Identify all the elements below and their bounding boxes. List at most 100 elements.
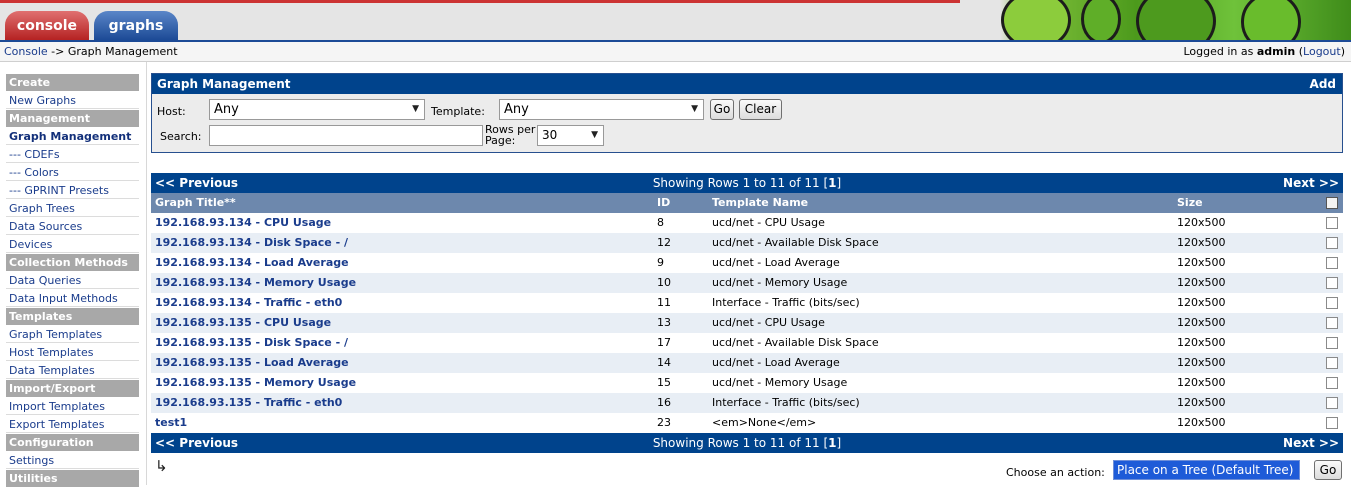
login-prefix: Logged in as [1183,45,1257,58]
table-row: 192.168.93.135 - Memory Usage 15 ucd/net -… [151,373,1343,393]
select-all-checkbox[interactable] [1326,197,1338,209]
graph-title-link[interactable]: 192.168.93.135 - Load Average [155,353,349,373]
row-checkbox[interactable] [1326,237,1338,249]
graph-size: 120x500 [1177,276,1226,289]
host-label: Host: [157,105,186,118]
graph-size: 120x500 [1177,336,1226,349]
next-page-link[interactable]: Next >> [1283,433,1339,453]
sidebar-item-graph-trees[interactable]: Graph Trees [6,200,139,217]
sidebar-section-header: Templates [6,308,139,325]
filter-panel: Graph Management Add Host: Any ▼ Templat… [151,73,1343,153]
row-checkbox[interactable] [1326,417,1338,429]
tab-graphs[interactable]: graphs [94,11,178,40]
graph-size: 120x500 [1177,416,1226,429]
table-row: 192.168.93.135 - CPU Usage 13 ucd/net - CP… [151,313,1343,333]
host-select[interactable]: Any ▼ [209,99,425,120]
graph-id: 11 [657,296,671,309]
breadcrumb-console-link[interactable]: Console [4,45,48,58]
table-row: 192.168.93.135 - Load Average 14 ucd/net -… [151,353,1343,373]
table-body: 192.168.93.134 - CPU Usage 8 ucd/net - CPU… [151,213,1343,433]
template-name: ucd/net - Load Average [712,356,840,369]
clear-button[interactable]: Clear [739,99,782,120]
header-graph-title[interactable]: Graph Title** [155,193,236,213]
row-checkbox[interactable] [1326,357,1338,369]
graph-size: 120x500 [1177,356,1226,369]
sidebar-item-settings[interactable]: Settings [6,452,139,469]
sidebar-item-cdefs[interactable]: --- CDEFs [6,146,139,163]
rows-per-page-select[interactable]: 30 ▼ [537,125,604,146]
graph-title-link[interactable]: 192.168.93.135 - Disk Space - / [155,333,348,353]
table-header-row: Graph Title** ID Template Name Size [151,193,1343,213]
graph-title-link[interactable]: 192.168.93.135 - Traffic - eth0 [155,393,342,413]
logout-link[interactable]: Logout [1303,45,1341,58]
action-select[interactable]: Place on a Tree (Default Tree) [1113,460,1300,480]
graph-size: 120x500 [1177,316,1226,329]
template-name: ucd/net - Memory Usage [712,376,848,389]
sidebar-item-gprint-presets[interactable]: --- GPRINT Presets [6,182,139,199]
graph-title-link[interactable]: 192.168.93.134 - Traffic - eth0 [155,293,342,313]
graph-title-link[interactable]: 192.168.93.134 - CPU Usage [155,213,331,233]
row-checkbox[interactable] [1326,377,1338,389]
template-name: ucd/net - Available Disk Space [712,336,879,349]
top-accent-line [0,0,960,3]
go-button[interactable]: Go [710,99,734,120]
graph-title-link[interactable]: 192.168.93.134 - Memory Usage [155,273,356,293]
previous-page-link[interactable]: << Previous [155,433,238,453]
sidebar-item-devices[interactable]: Devices [6,236,139,253]
graph-title-link[interactable]: 192.168.93.134 - Disk Space - / [155,233,348,253]
sidebar-item-data-sources[interactable]: Data Sources [6,218,139,235]
template-name: ucd/net - Memory Usage [712,276,848,289]
rows-per-page-label: Rows per Page: [485,123,536,147]
sidebar-section-header: Management [6,110,139,127]
row-checkbox[interactable] [1326,257,1338,269]
sidebar-item-data-queries[interactable]: Data Queries [6,272,139,289]
breadcrumb-separator: -> [47,45,68,58]
header-template-name[interactable]: Template Name [712,193,808,213]
sidebar-item-host-templates[interactable]: Host Templates [6,344,139,361]
search-input[interactable] [209,125,483,146]
template-select-value: Any [504,102,529,117]
graph-title-link[interactable]: 192.168.93.135 - Memory Usage [155,373,356,393]
row-checkbox[interactable] [1326,337,1338,349]
chevron-down-icon: ▼ [591,130,598,140]
host-select-value: Any [214,102,239,117]
row-checkbox[interactable] [1326,297,1338,309]
page-title: Graph Management [157,77,291,91]
sidebar-item-data-templates[interactable]: Data Templates [6,362,139,379]
template-name: ucd/net - Available Disk Space [712,236,879,249]
filter-titlebar: Graph Management Add [152,74,1342,94]
table-row: test1 23 <em>None</em> 120x500 [151,413,1343,433]
sidebar-item-new-graphs[interactable]: New Graphs [6,92,139,109]
login-user: admin [1256,45,1296,58]
header-size[interactable]: Size [1177,193,1203,213]
graph-title-link[interactable]: test1 [155,413,187,433]
graph-title-link[interactable]: 192.168.93.134 - Load Average [155,253,349,273]
row-checkbox[interactable] [1326,397,1338,409]
graph-id: 13 [657,316,671,329]
add-graph-link[interactable]: Add [1310,74,1336,94]
tab-console[interactable]: console [5,11,89,40]
pager-top: Showing Rows 1 to 11 of 11 [1] << Previo… [151,173,1343,193]
row-checkbox[interactable] [1326,217,1338,229]
graph-title-link[interactable]: 192.168.93.135 - CPU Usage [155,313,331,333]
template-name: ucd/net - CPU Usage [712,316,825,329]
header-id[interactable]: ID [657,193,670,213]
breadcrumb: Console -> Graph Management [4,42,178,61]
sidebar-item-data-input-methods[interactable]: Data Input Methods [6,290,139,307]
chevron-down-icon: ▼ [412,104,419,114]
action-select-value: Place on a Tree (Default Tree) [1117,463,1294,477]
sidebar-item-graph-templates[interactable]: Graph Templates [6,326,139,343]
template-select[interactable]: Any ▼ [499,99,704,120]
sidebar-section-header: Import/Export [6,380,139,397]
action-go-button[interactable]: Go [1314,460,1342,480]
sidebar-item-export-templates[interactable]: Export Templates [6,416,139,433]
pager-text-end: ] [836,176,842,190]
next-page-link[interactable]: Next >> [1283,173,1339,193]
sidebar-item-colors[interactable]: --- Colors [6,164,139,181]
row-checkbox[interactable] [1326,277,1338,289]
graph-size: 120x500 [1177,236,1226,249]
previous-page-link[interactable]: << Previous [155,173,238,193]
sidebar-item-import-templates[interactable]: Import Templates [6,398,139,415]
row-checkbox[interactable] [1326,317,1338,329]
sidebar-item-graph-management[interactable]: Graph Management [6,128,139,145]
